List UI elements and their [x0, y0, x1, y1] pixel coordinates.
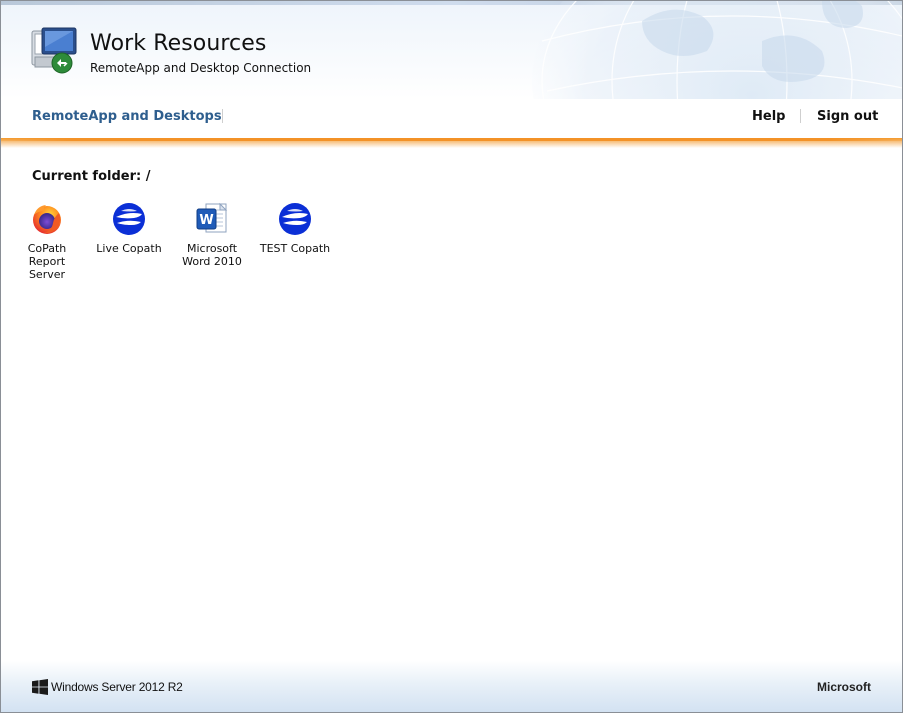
page-subtitle: RemoteApp and Desktop Connection	[90, 61, 312, 75]
sign-out-link[interactable]: Sign out	[817, 109, 878, 124]
orange-divider	[1, 138, 902, 148]
page-footer: Windows Server 2012 R2 Microsoft	[1, 661, 902, 712]
windows-server-label: Windows Server 2012 R2	[51, 680, 183, 694]
remoteapp-window: Work Resources RemoteApp and Desktop Con…	[0, 0, 903, 713]
windows-logo-icon	[32, 679, 48, 695]
page-header: Work Resources RemoteApp and Desktop Con…	[1, 1, 902, 99]
remoteapp-and-desktops-link[interactable]: RemoteApp and Desktops	[32, 109, 222, 124]
firefox-icon	[33, 205, 61, 234]
microsoft-logo-text: Microsoft	[817, 680, 871, 694]
remote-desktop-icon	[31, 27, 77, 74]
word-icon: W	[196, 202, 228, 233]
current-folder-label: Current folder: /	[32, 169, 151, 184]
app-label-line: Report Server	[28, 255, 66, 281]
app-live-copath[interactable]: Live Copath	[91, 201, 167, 255]
app-label-line: Live Copath	[96, 242, 162, 255]
nav-separator	[222, 109, 223, 123]
svg-text:W: W	[199, 213, 213, 228]
copath-globe-icon	[113, 203, 145, 235]
globe-background-icon	[532, 1, 902, 99]
navigation-bar: RemoteApp and Desktops Help Sign out	[1, 99, 902, 139]
app-label-line: TEST Copath	[259, 242, 331, 255]
copath-globe-icon	[279, 203, 311, 235]
app-label-line: Microsoft	[186, 242, 238, 255]
app-test-copath[interactable]: TEST Copath	[257, 201, 333, 255]
app-label-line: CoPath	[27, 242, 67, 255]
app-copath-report-server[interactable]: CoPath Report Server	[9, 201, 85, 281]
page-title: Work Resources	[90, 31, 267, 56]
nav-separator	[800, 109, 801, 123]
app-label-line: Word 2010	[182, 255, 242, 268]
help-link[interactable]: Help	[752, 109, 785, 124]
app-microsoft-word-2010[interactable]: W Microsoft Word 2010	[174, 201, 250, 268]
